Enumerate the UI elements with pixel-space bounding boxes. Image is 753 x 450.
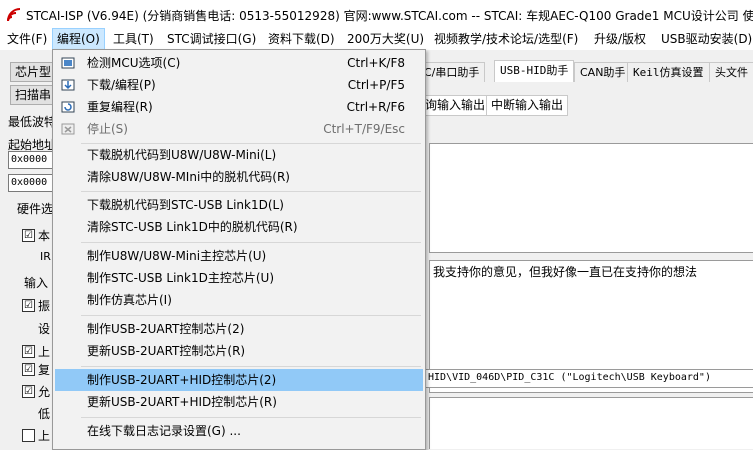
menu-prize[interactable]: 200万大奖(U) xyxy=(343,29,428,50)
menu-item-online-log-settings[interactable]: 在线下载日志记录设置(G) ... xyxy=(55,420,423,442)
option-label-1: 本 xyxy=(38,229,51,243)
menu-stc-debug[interactable]: STC调试接口(G) xyxy=(163,29,260,50)
tab-can-assistant[interactable]: CAN助手 xyxy=(574,62,632,82)
menu-upgrade[interactable]: 升级/版权 xyxy=(590,29,650,50)
tab-query-io[interactable]: 询输入输出 xyxy=(420,95,491,116)
stop-icon xyxy=(61,123,75,135)
tab-usb-hid-assistant[interactable]: USB-HID助手 xyxy=(494,60,575,82)
menu-item-make-usb-2uart-hid[interactable]: 制作USB-2UART+HID控制芯片(2) xyxy=(55,369,423,391)
tab-header-file[interactable]: 头文件 xyxy=(709,62,753,82)
title-bar: STCAI-ISP (V6.94E) (分销商销售电话: 0513-550129… xyxy=(0,0,753,29)
menu-separator xyxy=(81,315,421,316)
log-textbox[interactable] xyxy=(429,397,753,449)
menu-item-update-usb-2uart[interactable]: 更新USB-2UART控制芯片(R) xyxy=(55,340,423,362)
option-label-7: 复 xyxy=(38,363,51,377)
menu-item-download-offline-link1d[interactable]: 下载脱机代码到STC-USB Link1D(L) xyxy=(55,194,423,216)
hw-options-tab[interactable]: 硬件选 xyxy=(17,200,53,217)
tab-serial-assistant[interactable]: C/串口助手 xyxy=(418,62,486,82)
menu-video-forum[interactable]: 视频教学/技术论坛/选型(F) xyxy=(430,29,582,50)
option-label-3: 输入 xyxy=(24,276,49,290)
download-icon xyxy=(61,79,75,91)
menu-separator xyxy=(81,242,421,243)
menu-file[interactable]: 文件(F) xyxy=(3,29,51,50)
start-address-field-1[interactable]: 0x0000 xyxy=(8,151,54,169)
menu-item-make-link1d-master[interactable]: 制作STC-USB Link1D主控芯片(U) xyxy=(55,267,423,289)
menu-item-detect-mcu[interactable]: 检测MCU选项(C) Ctrl+K/F8 xyxy=(55,52,423,74)
menu-item-repeat-program[interactable]: 重复编程(R) Ctrl+R/F6 xyxy=(55,96,423,118)
menu-item-download-offline-u8w[interactable]: 下载脱机代码到U8W/U8W-Mini(L) xyxy=(55,144,423,166)
detect-icon xyxy=(61,57,75,69)
menu-item-make-usb-2uart[interactable]: 制作USB-2UART控制芯片(2) xyxy=(55,318,423,340)
option-checkbox-7[interactable]: ☑ xyxy=(22,363,35,376)
menu-usb-driver[interactable]: USB驱动安装(D) xyxy=(657,29,753,50)
menu-item-make-u8w-master[interactable]: 制作U8W/U8W-Mini主控芯片(U) xyxy=(55,245,423,267)
option-checkbox-1[interactable]: ☑ xyxy=(22,229,35,242)
start-address-field-2[interactable]: 0x0000 xyxy=(8,174,54,192)
menu-item-make-emulator-chip[interactable]: 制作仿真芯片(I) xyxy=(55,289,423,311)
option-label-10: 上 xyxy=(38,429,51,443)
menu-item-clear-offline-u8w[interactable]: 清除U8W/U8W-MIni中的脱机代码(R) xyxy=(55,166,423,188)
option-checkbox-8[interactable]: ☑ xyxy=(22,385,35,398)
menu-program[interactable]: 编程(O) xyxy=(52,28,105,51)
option-label-9: 低 xyxy=(38,407,51,421)
option-label-2: IR xyxy=(40,250,51,263)
menu-item-stop[interactable]: 停止(S) Ctrl+T/F9/Esc xyxy=(55,118,423,140)
menu-item-clear-offline-link1d[interactable]: 清除STC-USB Link1D中的脱机代码(R) xyxy=(55,216,423,238)
option-checkbox-4[interactable]: ☑ xyxy=(22,299,35,312)
menu-tools[interactable]: 工具(T) xyxy=(109,29,158,50)
option-checkbox-10[interactable] xyxy=(22,429,35,442)
option-label-8: 允 xyxy=(38,385,51,399)
repeat-icon xyxy=(61,101,75,113)
receive-text: 我支持你的意见，但我好像一直已在支持你的想法 xyxy=(433,265,698,279)
window-title: STCAI-ISP (V6.94E) (分销商销售电话: 0513-550129… xyxy=(26,9,753,23)
menu-item-update-usb-2uart-hid[interactable]: 更新USB-2UART+HID控制芯片(R) xyxy=(55,391,423,413)
option-label-5: 设 xyxy=(38,322,51,336)
menu-item-download-program[interactable]: 下载/编程(P) Ctrl+P/F5 xyxy=(55,74,423,96)
stc-logo-icon xyxy=(7,8,21,22)
option-label-6: 上 xyxy=(38,345,51,359)
min-baud-label: 最低波特 xyxy=(8,115,57,129)
menu-downloads[interactable]: 资料下载(D) xyxy=(264,29,339,50)
send-textbox[interactable] xyxy=(429,143,753,253)
menu-bar: 文件(F) 编程(O) 工具(T) STC调试接口(G) 资料下载(D) 200… xyxy=(0,28,753,51)
option-label-4: 振 xyxy=(38,299,51,313)
menu-separator xyxy=(81,417,421,418)
program-menu-dropdown: 检测MCU选项(C) Ctrl+K/F8 下载/编程(P) Ctrl+P/F5 … xyxy=(52,49,426,450)
tab-keil-settings[interactable]: Keil仿真设置 xyxy=(627,62,710,82)
option-checkbox-6[interactable]: ☑ xyxy=(22,345,35,358)
menu-separator xyxy=(81,366,421,367)
tab-interrupt-io[interactable]: 中断输入输出 xyxy=(486,95,569,116)
hid-device-select[interactable]: HID\VID_046D\PID_C31C ("Logitech\USB Key… xyxy=(425,369,753,388)
menu-separator xyxy=(81,191,421,192)
